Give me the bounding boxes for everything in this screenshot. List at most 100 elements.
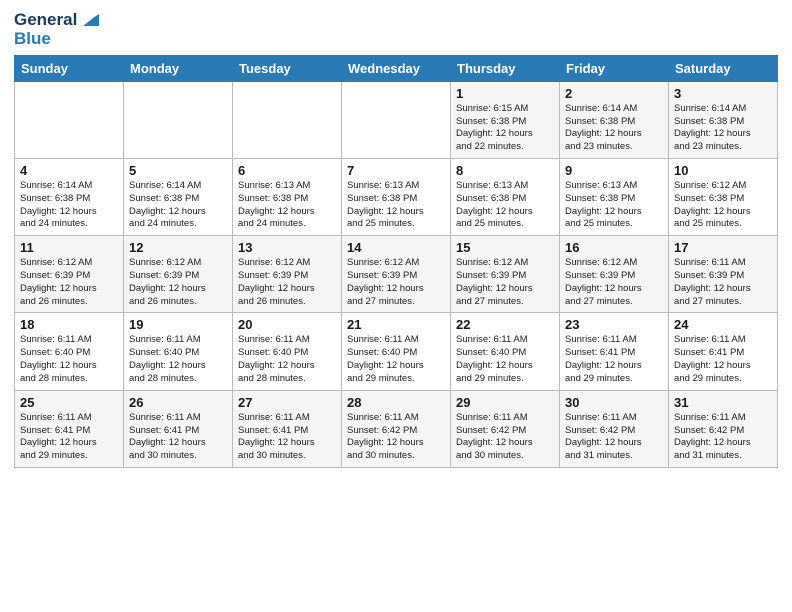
day-number: 25 bbox=[20, 395, 118, 410]
calendar-week-row: 18Sunrise: 6:11 AM Sunset: 6:40 PM Dayli… bbox=[15, 313, 778, 390]
day-info: Sunrise: 6:12 AM Sunset: 6:39 PM Dayligh… bbox=[238, 257, 336, 308]
day-info: Sunrise: 6:11 AM Sunset: 6:39 PM Dayligh… bbox=[674, 257, 772, 308]
day-info: Sunrise: 6:11 AM Sunset: 6:40 PM Dayligh… bbox=[20, 334, 118, 385]
calendar-cell: 31 Sunrise: 6:11 AM Sunset: 6:42 PM Dayli… bbox=[669, 390, 778, 467]
day-number: 26 bbox=[129, 395, 227, 410]
day-info: Sunrise: 6:12 AM Sunset: 6:39 PM Dayligh… bbox=[456, 257, 554, 308]
logo-text-blue: Blue bbox=[14, 30, 99, 49]
day-info: Sunrise: 6:12 AM Sunset: 6:39 PM Dayligh… bbox=[129, 257, 227, 308]
day-info: Sunrise: 6:11 AM Sunset: 6:41 PM Dayligh… bbox=[565, 334, 663, 385]
weekday-header-row: SundayMondayTuesdayWednesdayThursdayFrid… bbox=[15, 55, 778, 81]
day-info: Sunrise: 6:12 AM Sunset: 6:39 PM Dayligh… bbox=[20, 257, 118, 308]
day-number: 8 bbox=[456, 163, 554, 178]
day-number: 23 bbox=[565, 317, 663, 332]
day-number: 9 bbox=[565, 163, 663, 178]
day-number: 27 bbox=[238, 395, 336, 410]
calendar-cell bbox=[15, 81, 124, 158]
calendar-cell: 3 Sunrise: 6:14 AM Sunset: 6:38 PM Daylig… bbox=[669, 81, 778, 158]
calendar-table: SundayMondayTuesdayWednesdayThursdayFrid… bbox=[14, 55, 778, 468]
calendar-cell: 26 Sunrise: 6:11 AM Sunset: 6:41 PM Dayli… bbox=[124, 390, 233, 467]
calendar-cell: 28 Sunrise: 6:11 AM Sunset: 6:42 PM Dayli… bbox=[342, 390, 451, 467]
calendar-cell: 25 Sunrise: 6:11 AM Sunset: 6:41 PM Dayli… bbox=[15, 390, 124, 467]
calendar-cell: 15 Sunrise: 6:12 AM Sunset: 6:39 PM Dayli… bbox=[451, 236, 560, 313]
day-number: 28 bbox=[347, 395, 445, 410]
logo-text-general: General bbox=[14, 11, 77, 30]
day-info: Sunrise: 6:11 AM Sunset: 6:41 PM Dayligh… bbox=[238, 412, 336, 463]
calendar-cell: 30 Sunrise: 6:11 AM Sunset: 6:42 PM Dayli… bbox=[560, 390, 669, 467]
day-info: Sunrise: 6:11 AM Sunset: 6:42 PM Dayligh… bbox=[565, 412, 663, 463]
calendar-cell: 17Sunrise: 6:11 AM Sunset: 6:39 PM Dayli… bbox=[669, 236, 778, 313]
day-info: Sunrise: 6:11 AM Sunset: 6:41 PM Dayligh… bbox=[129, 412, 227, 463]
calendar-cell: 22 Sunrise: 6:11 AM Sunset: 6:40 PM Dayli… bbox=[451, 313, 560, 390]
day-info: Sunrise: 6:13 AM Sunset: 6:38 PM Dayligh… bbox=[456, 180, 554, 231]
calendar-week-row: 4Sunrise: 6:14 AM Sunset: 6:38 PM Daylig… bbox=[15, 158, 778, 235]
weekday-header-saturday: Saturday bbox=[669, 55, 778, 81]
day-number: 15 bbox=[456, 240, 554, 255]
calendar-cell: 13 Sunrise: 6:12 AM Sunset: 6:39 PM Dayli… bbox=[233, 236, 342, 313]
day-info: Sunrise: 6:11 AM Sunset: 6:41 PM Dayligh… bbox=[20, 412, 118, 463]
day-info: Sunrise: 6:11 AM Sunset: 6:40 PM Dayligh… bbox=[129, 334, 227, 385]
day-number: 13 bbox=[238, 240, 336, 255]
calendar-cell: 5 Sunrise: 6:14 AM Sunset: 6:38 PM Daylig… bbox=[124, 158, 233, 235]
day-info: Sunrise: 6:11 AM Sunset: 6:40 PM Dayligh… bbox=[456, 334, 554, 385]
calendar-cell: 11 Sunrise: 6:12 AM Sunset: 6:39 PM Dayli… bbox=[15, 236, 124, 313]
weekday-header-sunday: Sunday bbox=[15, 55, 124, 81]
day-info: Sunrise: 6:11 AM Sunset: 6:40 PM Dayligh… bbox=[238, 334, 336, 385]
calendar-cell: 23 Sunrise: 6:11 AM Sunset: 6:41 PM Dayli… bbox=[560, 313, 669, 390]
weekday-header-tuesday: Tuesday bbox=[233, 55, 342, 81]
calendar-cell: 14Sunrise: 6:12 AM Sunset: 6:39 PM Dayli… bbox=[342, 236, 451, 313]
day-info: Sunrise: 6:13 AM Sunset: 6:38 PM Dayligh… bbox=[347, 180, 445, 231]
calendar-cell: 7 Sunrise: 6:13 AM Sunset: 6:38 PM Daylig… bbox=[342, 158, 451, 235]
day-number: 7 bbox=[347, 163, 445, 178]
calendar-cell: 12 Sunrise: 6:12 AM Sunset: 6:39 PM Dayli… bbox=[124, 236, 233, 313]
calendar-cell bbox=[342, 81, 451, 158]
day-number: 12 bbox=[129, 240, 227, 255]
day-info: Sunrise: 6:12 AM Sunset: 6:39 PM Dayligh… bbox=[565, 257, 663, 308]
calendar-cell: 29Sunrise: 6:11 AM Sunset: 6:42 PM Dayli… bbox=[451, 390, 560, 467]
calendar-cell: 4Sunrise: 6:14 AM Sunset: 6:38 PM Daylig… bbox=[15, 158, 124, 235]
logo: General Blue bbox=[14, 10, 99, 49]
day-number: 21 bbox=[347, 317, 445, 332]
day-number: 3 bbox=[674, 86, 772, 101]
calendar-cell: 9 Sunrise: 6:13 AM Sunset: 6:38 PM Daylig… bbox=[560, 158, 669, 235]
calendar-cell bbox=[233, 81, 342, 158]
calendar-cell: 2 Sunrise: 6:14 AM Sunset: 6:38 PM Daylig… bbox=[560, 81, 669, 158]
day-info: Sunrise: 6:15 AM Sunset: 6:38 PM Dayligh… bbox=[456, 103, 554, 154]
calendar-cell: 19 Sunrise: 6:11 AM Sunset: 6:40 PM Dayli… bbox=[124, 313, 233, 390]
day-number: 2 bbox=[565, 86, 663, 101]
calendar-cell: 20Sunrise: 6:11 AM Sunset: 6:40 PM Dayli… bbox=[233, 313, 342, 390]
day-info: Sunrise: 6:13 AM Sunset: 6:38 PM Dayligh… bbox=[238, 180, 336, 231]
day-number: 24 bbox=[674, 317, 772, 332]
day-number: 16 bbox=[565, 240, 663, 255]
day-info: Sunrise: 6:11 AM Sunset: 6:42 PM Dayligh… bbox=[674, 412, 772, 463]
day-number: 6 bbox=[238, 163, 336, 178]
calendar-cell: 10 Sunrise: 6:12 AM Sunset: 6:38 PM Dayli… bbox=[669, 158, 778, 235]
day-number: 5 bbox=[129, 163, 227, 178]
weekday-header-friday: Friday bbox=[560, 55, 669, 81]
day-number: 11 bbox=[20, 240, 118, 255]
calendar-week-row: 11 Sunrise: 6:12 AM Sunset: 6:39 PM Dayli… bbox=[15, 236, 778, 313]
weekday-header-wednesday: Wednesday bbox=[342, 55, 451, 81]
day-number: 1 bbox=[456, 86, 554, 101]
day-number: 19 bbox=[129, 317, 227, 332]
day-number: 22 bbox=[456, 317, 554, 332]
day-info: Sunrise: 6:14 AM Sunset: 6:38 PM Dayligh… bbox=[129, 180, 227, 231]
day-number: 31 bbox=[674, 395, 772, 410]
day-number: 10 bbox=[674, 163, 772, 178]
day-info: Sunrise: 6:11 AM Sunset: 6:42 PM Dayligh… bbox=[347, 412, 445, 463]
calendar-cell: 24Sunrise: 6:11 AM Sunset: 6:41 PM Dayli… bbox=[669, 313, 778, 390]
calendar-cell: 1 Sunrise: 6:15 AM Sunset: 6:38 PM Daylig… bbox=[451, 81, 560, 158]
calendar-cell: 27 Sunrise: 6:11 AM Sunset: 6:41 PM Dayli… bbox=[233, 390, 342, 467]
day-info: Sunrise: 6:11 AM Sunset: 6:42 PM Dayligh… bbox=[456, 412, 554, 463]
day-number: 30 bbox=[565, 395, 663, 410]
header: General Blue bbox=[14, 10, 778, 49]
calendar-cell: 18Sunrise: 6:11 AM Sunset: 6:40 PM Dayli… bbox=[15, 313, 124, 390]
weekday-header-thursday: Thursday bbox=[451, 55, 560, 81]
day-info: Sunrise: 6:14 AM Sunset: 6:38 PM Dayligh… bbox=[674, 103, 772, 154]
calendar-cell: 6 Sunrise: 6:13 AM Sunset: 6:38 PM Daylig… bbox=[233, 158, 342, 235]
day-info: Sunrise: 6:11 AM Sunset: 6:40 PM Dayligh… bbox=[347, 334, 445, 385]
day-info: Sunrise: 6:12 AM Sunset: 6:38 PM Dayligh… bbox=[674, 180, 772, 231]
day-info: Sunrise: 6:14 AM Sunset: 6:38 PM Dayligh… bbox=[565, 103, 663, 154]
day-info: Sunrise: 6:13 AM Sunset: 6:38 PM Dayligh… bbox=[565, 180, 663, 231]
logo-arrow-icon bbox=[79, 10, 99, 30]
